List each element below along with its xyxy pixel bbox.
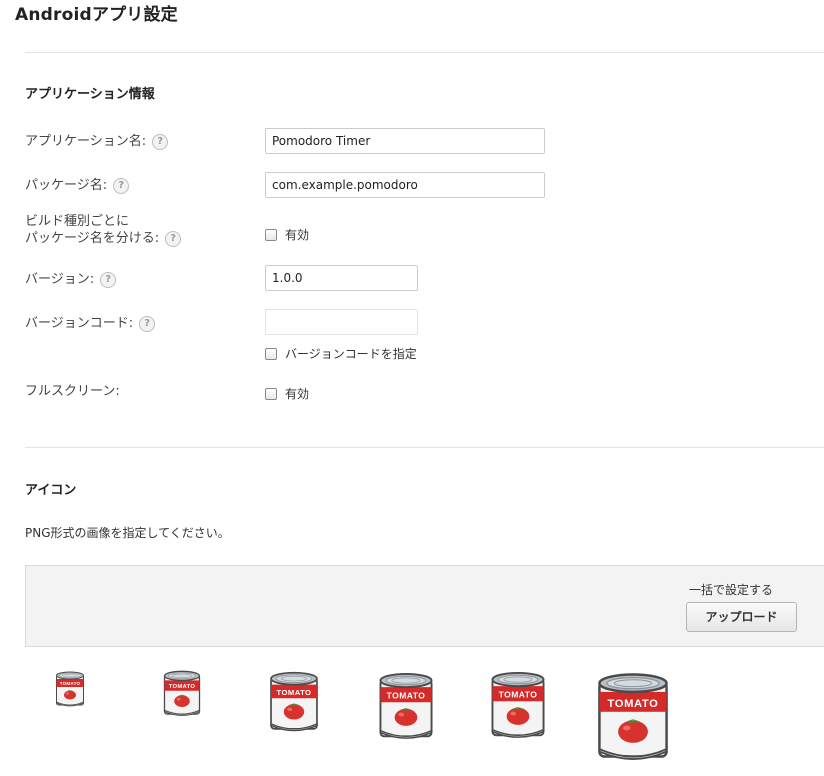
help-icon[interactable]: ?: [152, 133, 169, 150]
app-name-label: アプリケーション名:?: [25, 133, 169, 150]
version-input[interactable]: 1.0.0: [265, 265, 418, 291]
fullscreen-checkbox-label: 有効: [285, 387, 310, 401]
split-package-label-line2: パッケージ名を分ける:: [25, 231, 160, 246]
tomato-can-icon[interactable]: [162, 670, 202, 718]
app-name-input[interactable]: Pomodoro Timer: [265, 128, 545, 154]
package-name-label: パッケージ名:?: [25, 177, 130, 194]
section-title-icon: アイコン: [25, 483, 77, 498]
split-package-label: ビルド種別ごとに パッケージ名を分ける:?: [25, 213, 182, 247]
package-name-label-text: パッケージ名:: [25, 178, 108, 193]
help-icon[interactable]: ?: [165, 230, 182, 247]
tomato-can-icon[interactable]: [489, 671, 547, 741]
app-name-label-text: アプリケーション名:: [25, 134, 147, 149]
middle-divider: [25, 447, 824, 448]
split-package-label-line1: ビルド種別ごとに: [25, 214, 130, 229]
version-code-input[interactable]: [265, 309, 418, 335]
version-code-label: バージョンコード:?: [25, 315, 156, 332]
version-code-label-text: バージョンコード:: [25, 316, 134, 331]
split-package-checkbox[interactable]: [265, 228, 277, 241]
version-code-option[interactable]: バージョンコードを指定: [265, 345, 417, 362]
upload-button[interactable]: アップロード: [686, 602, 797, 632]
tomato-can-icon[interactable]: [377, 672, 435, 742]
split-package-checkbox-label: 有効: [285, 228, 310, 242]
android-app-settings-page: Androidアプリ設定 アプリケーション情報 アプリケーション名:? Pomo…: [0, 0, 824, 776]
help-icon[interactable]: ?: [100, 271, 117, 288]
fullscreen-checkbox[interactable]: [265, 387, 277, 400]
version-code-checkbox[interactable]: [265, 347, 277, 360]
tomato-can-icon[interactable]: [268, 671, 320, 734]
page-title: Androidアプリ設定: [15, 5, 178, 25]
version-code-checkbox-label: バージョンコードを指定: [285, 347, 417, 361]
icon-description: PNG形式の画像を指定してください。: [25, 526, 230, 540]
top-divider: [25, 52, 824, 53]
icon-upload-panel: 一括で設定する アップロード: [25, 565, 824, 647]
package-name-input[interactable]: com.example.pomodoro: [265, 172, 545, 198]
help-icon[interactable]: ?: [139, 315, 156, 332]
version-label-text: バージョン:: [25, 272, 95, 287]
tomato-can-icon[interactable]: [55, 671, 85, 708]
bulk-set-label: 一括で設定する: [688, 583, 773, 597]
fullscreen-label: フルスクリーン:: [25, 384, 120, 399]
version-label: バージョン:?: [25, 271, 117, 288]
split-package-option[interactable]: 有効: [265, 226, 309, 243]
fullscreen-option[interactable]: 有効: [265, 385, 309, 402]
section-title-app-info: アプリケーション情報: [25, 87, 155, 102]
help-icon[interactable]: ?: [113, 177, 130, 194]
tomato-can-icon[interactable]: [595, 672, 671, 764]
